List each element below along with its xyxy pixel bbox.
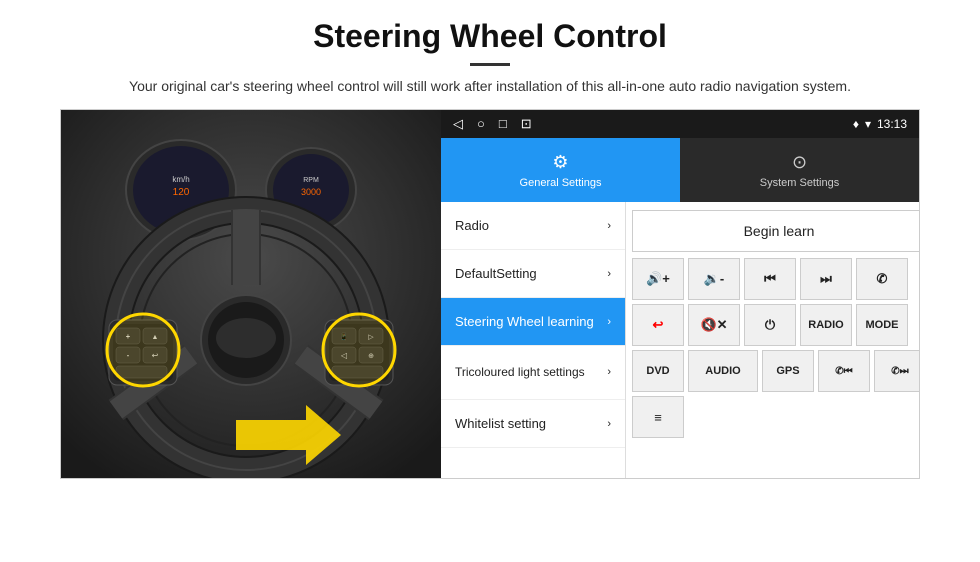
begin-learn-button[interactable]: Begin learn	[632, 210, 919, 252]
radio-label: RADIO	[808, 319, 843, 331]
subtitle-text: Your original car's steering wheel contr…	[60, 76, 920, 97]
control-row-2: ↩ 🔇✕ ⏻ RADIO MODE	[632, 304, 919, 346]
control-row-4: ≡	[632, 396, 919, 438]
menu-item-default[interactable]: DefaultSetting ›	[441, 250, 625, 298]
power-icon: ⏻	[765, 317, 775, 333]
svg-text:RPM: RPM	[303, 177, 319, 184]
control-buttons-grid: Begin learn 🔊+ 🔉- ⏮	[626, 202, 919, 478]
arrow-icon: ›	[607, 418, 611, 430]
gps-label: GPS	[776, 365, 799, 377]
svg-text:3000: 3000	[301, 187, 321, 197]
status-bar: ◁ ○ □ ⊡ ♦ ▾ 13:13	[441, 110, 919, 138]
menu-icon[interactable]: ⊡	[521, 116, 532, 132]
time-display: 13:13	[877, 117, 907, 131]
menu-item-radio[interactable]: Radio ›	[441, 202, 625, 250]
mute-icon: 🔇✕	[700, 317, 727, 333]
signal-icon: ▾	[865, 117, 871, 131]
gear-icon: ⚙	[552, 152, 568, 173]
arrow-icon: ›	[607, 365, 611, 379]
begin-learn-row: Begin learn	[632, 208, 919, 254]
end-call-button[interactable]: ↩	[632, 304, 684, 346]
general-settings-tab[interactable]: ⚙ General Settings	[441, 138, 680, 202]
header-section: Steering Wheel Control Your original car…	[0, 0, 980, 109]
back-icon[interactable]: ◁	[453, 116, 463, 132]
end-call-icon: ↩	[653, 317, 664, 333]
mode-button[interactable]: MODE	[856, 304, 908, 346]
system-tab-label: System Settings	[760, 177, 839, 189]
arrow-icon: ›	[607, 268, 611, 280]
menu-item-tricoloured[interactable]: Tricoloured light settings ›	[441, 346, 625, 400]
next-icon: ⏭	[820, 271, 832, 287]
tricoloured-label: Tricoloured light settings	[455, 365, 585, 381]
control-row-1: 🔊+ 🔉- ⏮ ⏭ ✆	[632, 258, 919, 300]
gps-button[interactable]: GPS	[762, 350, 814, 392]
home-icon[interactable]: ○	[477, 116, 485, 132]
vol-down-icon: 🔉-	[704, 271, 725, 287]
steering-wheel-image: 120 km/h 3000 RPM	[61, 110, 441, 478]
settings-tabs: ⚙ General Settings ⊙ System Settings	[441, 138, 919, 202]
next-track-button[interactable]: ⏭	[800, 258, 852, 300]
mute-button[interactable]: 🔇✕	[688, 304, 740, 346]
system-settings-tab[interactable]: ⊙ System Settings	[680, 138, 919, 202]
settings-menu: Radio › DefaultSetting › Steering Wheel …	[441, 202, 626, 478]
status-nav-icons: ◁ ○ □ ⊡	[453, 116, 532, 132]
arrow-icon: ›	[607, 316, 611, 328]
status-info: ♦ ▾ 13:13	[853, 117, 907, 131]
settings-content: Radio › DefaultSetting › Steering Wheel …	[441, 202, 919, 478]
arrow-icon: ›	[607, 220, 611, 232]
general-tab-label: General Settings	[520, 177, 602, 189]
mode-label: MODE	[866, 319, 899, 331]
power-button[interactable]: ⏻	[744, 304, 796, 346]
menu-item-steering[interactable]: Steering Wheel learning ›	[441, 298, 625, 346]
system-icon: ⊙	[792, 152, 807, 173]
tel-next-icon: ✆⏭	[891, 366, 908, 377]
control-row-3: DVD AUDIO GPS ✆⏮ ✆⏭	[632, 350, 919, 392]
prev-icon: ⏮	[764, 271, 776, 287]
audio-label: AUDIO	[705, 365, 740, 377]
location-icon: ♦	[853, 117, 859, 131]
dvd-button[interactable]: DVD	[632, 350, 684, 392]
vol-up-icon: 🔊+	[646, 271, 670, 287]
vol-down-button[interactable]: 🔉-	[688, 258, 740, 300]
prev-track-button[interactable]: ⏮	[744, 258, 796, 300]
radio-mode-button[interactable]: RADIO	[800, 304, 852, 346]
steering-label: Steering Wheel learning	[455, 314, 594, 329]
phone-icon: ✆	[877, 271, 888, 287]
audio-button[interactable]: AUDIO	[688, 350, 758, 392]
svg-text:120: 120	[173, 187, 190, 198]
tel-next-button[interactable]: ✆⏭	[874, 350, 919, 392]
recent-icon[interactable]: □	[499, 116, 507, 132]
page-title: Steering Wheel Control	[60, 18, 920, 55]
dvd-label: DVD	[646, 365, 669, 377]
title-divider	[470, 63, 510, 66]
phone-button[interactable]: ✆	[856, 258, 908, 300]
main-content: 120 km/h 3000 RPM	[60, 109, 920, 479]
list-icon: ≡	[654, 410, 662, 425]
vol-up-button[interactable]: 🔊+	[632, 258, 684, 300]
svg-text:km/h: km/h	[172, 175, 189, 184]
tel-prev-icon: ✆⏮	[835, 366, 852, 377]
default-label: DefaultSetting	[455, 266, 537, 281]
whitelist-label: Whitelist setting	[455, 416, 546, 431]
menu-item-whitelist[interactable]: Whitelist setting ›	[441, 400, 625, 448]
radio-label: Radio	[455, 218, 489, 233]
android-panel: ◁ ○ □ ⊡ ♦ ▾ 13:13 ⚙ General Settings	[441, 110, 919, 478]
tel-prev-button[interactable]: ✆⏮	[818, 350, 870, 392]
list-button[interactable]: ≡	[632, 396, 684, 438]
